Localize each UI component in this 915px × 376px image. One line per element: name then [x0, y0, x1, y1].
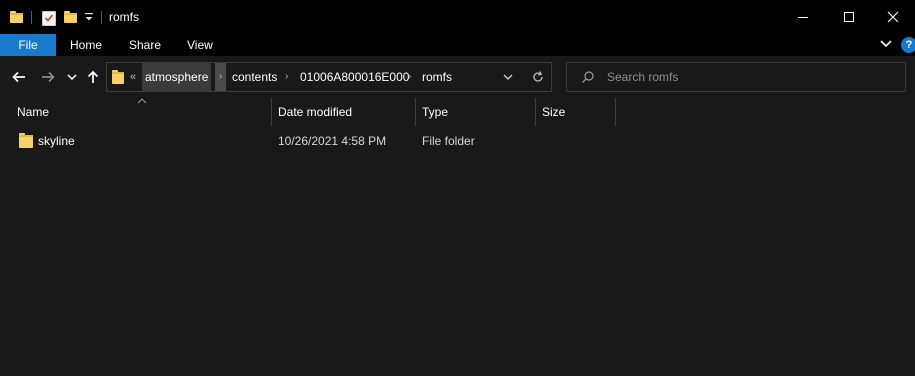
- folder-icon: [112, 70, 124, 84]
- title-bar: romfs: [0, 0, 915, 34]
- help-button[interactable]: ?: [901, 37, 915, 53]
- close-icon: [887, 11, 899, 23]
- recent-locations-button[interactable]: [66, 64, 78, 90]
- ribbon-tab-bar: File Home Share View ?: [0, 34, 915, 56]
- close-button[interactable]: [870, 0, 915, 34]
- forward-button[interactable]: [37, 64, 59, 90]
- breadcrumb-separator[interactable]: ›: [408, 63, 411, 91]
- up-button[interactable]: [84, 64, 102, 90]
- back-button[interactable]: [8, 64, 30, 90]
- expand-ribbon-chevron-icon[interactable]: [879, 38, 893, 50]
- column-divider[interactable]: [535, 98, 536, 126]
- customize-quick-access-icon[interactable]: [84, 10, 94, 24]
- address-bar[interactable]: « atmosphere › contents › 01006A800016E0…: [106, 62, 552, 92]
- tab-home[interactable]: Home: [70, 34, 102, 56]
- minimize-button[interactable]: [780, 0, 826, 34]
- window-title: romfs: [109, 10, 139, 24]
- file-date-modified: 10/26/2021 4:58 PM: [278, 134, 387, 148]
- properties-checkmark-icon[interactable]: [42, 11, 56, 26]
- column-header-size[interactable]: Size: [542, 98, 565, 126]
- column-divider[interactable]: [615, 98, 616, 126]
- file-name: skyline: [38, 134, 75, 148]
- title-separator: [101, 11, 102, 24]
- file-list-item[interactable]: skyline 10/26/2021 4:58 PM File folder: [0, 130, 915, 152]
- breadcrumb-overflow-button[interactable]: «: [130, 63, 136, 91]
- file-type: File folder: [422, 134, 475, 148]
- column-header-name[interactable]: Name: [17, 98, 49, 126]
- folder-icon: [19, 133, 33, 148]
- forward-arrow-icon: [42, 71, 55, 83]
- breadcrumb-romfs[interactable]: romfs: [422, 63, 452, 91]
- new-folder-icon[interactable]: [64, 11, 77, 23]
- search-placeholder: Search romfs: [607, 70, 679, 84]
- up-arrow-icon: [87, 70, 99, 83]
- column-divider[interactable]: [415, 98, 416, 126]
- refresh-icon[interactable]: [531, 70, 545, 84]
- tab-share[interactable]: Share: [129, 34, 161, 56]
- tab-view[interactable]: View: [187, 34, 213, 56]
- minimize-icon: [798, 17, 808, 18]
- breadcrumb-atmosphere[interactable]: atmosphere: [142, 63, 212, 91]
- column-header-date-modified[interactable]: Date modified: [278, 98, 352, 126]
- address-history-chevron-icon[interactable]: [502, 72, 514, 82]
- back-arrow-icon: [12, 71, 25, 83]
- search-icon: [582, 71, 594, 83]
- tab-file[interactable]: File: [0, 34, 56, 56]
- sort-ascending-icon: [137, 98, 147, 104]
- breadcrumb-separator[interactable]: ›: [285, 63, 288, 91]
- search-box[interactable]: Search romfs: [566, 62, 906, 92]
- breadcrumb-app-id[interactable]: 01006A800016E000: [300, 63, 409, 91]
- maximize-button[interactable]: [826, 0, 872, 34]
- column-header-type[interactable]: Type: [422, 98, 448, 126]
- quick-access-separator: [31, 11, 32, 24]
- column-divider[interactable]: [271, 98, 272, 126]
- column-header-row: Name Date modified Type Size: [0, 98, 915, 126]
- breadcrumb-separator[interactable]: ›: [215, 63, 226, 91]
- maximize-icon: [844, 12, 854, 22]
- recent-locations-chevron-icon: [67, 74, 77, 81]
- folder-icon[interactable]: [10, 11, 23, 23]
- navigation-bar: « atmosphere › contents › 01006A800016E0…: [0, 56, 915, 98]
- breadcrumb-contents[interactable]: contents: [232, 63, 277, 91]
